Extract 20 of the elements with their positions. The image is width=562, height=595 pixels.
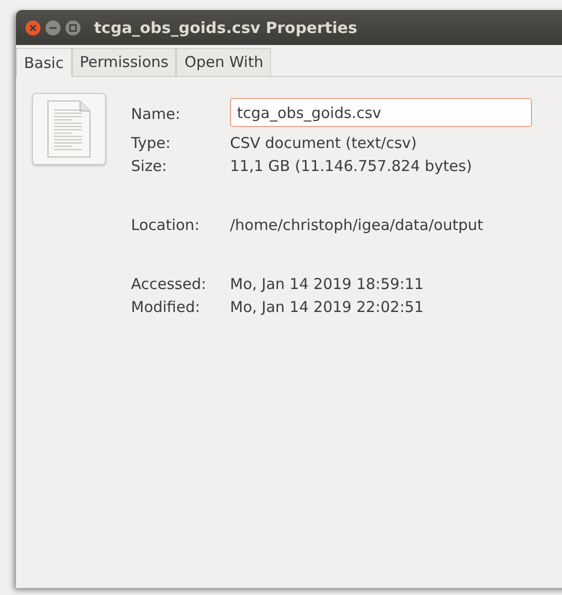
field-label: Accessed: <box>131 275 208 293</box>
field-label: Location: <box>131 216 200 234</box>
field-value: Mo, Jan 14 2019 22:02:51 <box>230 298 425 316</box>
maximize-icon[interactable] <box>65 20 81 36</box>
field-label: Size: <box>131 157 168 175</box>
name-field[interactable]: tcga_obs_goids.csv <box>230 98 532 127</box>
field-value: /home/christoph/igea/data/output <box>230 216 484 234</box>
field-value: Mo, Jan 14 2019 18:59:11 <box>230 275 425 293</box>
field-value: 11,1 GB (11.146.757.824 bytes) <box>230 157 473 175</box>
window-title: tcga_obs_goids.csv Properties <box>94 18 358 36</box>
tab[interactable]: Basic <box>16 48 72 77</box>
close-icon[interactable] <box>25 20 41 36</box>
field-value: CSV document (text/csv) <box>230 134 418 152</box>
tab[interactable]: Permissions <box>72 48 176 76</box>
tab[interactable]: Open With <box>176 48 272 76</box>
field-label: Name: <box>131 104 182 122</box>
document-icon <box>47 100 91 158</box>
field-label: Modified: <box>131 298 202 316</box>
field-label: Type: <box>131 134 172 152</box>
minimize-icon[interactable] <box>45 20 61 36</box>
